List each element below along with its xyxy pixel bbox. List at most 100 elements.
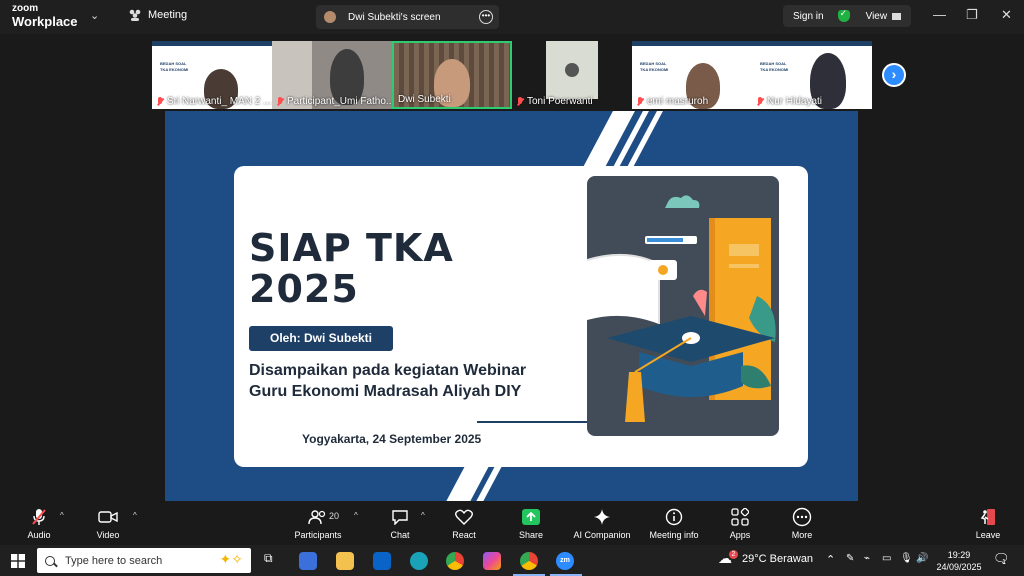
slide-subtitle-line2: Guru Ekonomi Madrasah Aliyah DIY — [249, 383, 522, 400]
audio-options-caret-icon[interactable]: ^ — [60, 511, 64, 520]
clock-date: 24/09/2025 — [936, 562, 982, 572]
slide-thumb-title: BEDAH SOAL TKA EKONOMI — [760, 61, 789, 72]
participant-tile[interactable]: BEDAH SOAL TKA EKONOMI emi masruroh — [632, 41, 752, 109]
meeting-menu[interactable]: Meeting — [128, 9, 187, 21]
slide-subtitle: Disampaikan pada kegiatan Webinar Guru E… — [249, 360, 526, 402]
file-explorer-icon[interactable] — [336, 552, 354, 570]
video-button[interactable]: Video — [90, 507, 126, 540]
copilot-icon[interactable] — [483, 552, 501, 570]
sign-in-button[interactable]: Sign in — [793, 11, 824, 22]
outlook-icon[interactable] — [373, 552, 391, 570]
screen-share-indicator[interactable]: Dwi Subekti's screen ••• — [316, 5, 499, 29]
system-clock[interactable]: 19:29 24/09/2025 — [934, 549, 984, 573]
participants-icon — [308, 510, 326, 525]
minimize-icon[interactable]: — — [933, 7, 946, 22]
audio-label: Audio — [27, 530, 51, 540]
participant-name-tag: Nur Hidayati — [756, 96, 822, 107]
slide-title: SIAP TKA 2025 — [249, 228, 454, 310]
info-icon — [665, 508, 683, 526]
view-button[interactable]: View — [866, 11, 888, 22]
screen-share-label: Dwi Subekti's screen — [348, 11, 441, 23]
participant-name-tag: Participant_Umi Fatho... — [276, 96, 392, 107]
participant-name-tag: Toni Poerwanti — [516, 96, 593, 107]
leave-button[interactable]: Leave — [972, 507, 1004, 540]
restore-icon[interactable]: ❐ — [966, 7, 978, 23]
windows-start-icon[interactable] — [11, 554, 25, 568]
participant-tile[interactable]: BEDAH SOAL TKA EKONOMI Sri Narwanti_ MAN… — [152, 41, 272, 109]
notification-count: 1 — [1002, 559, 1006, 566]
meeting-info-button[interactable]: Meeting info — [646, 507, 702, 540]
title-bar: zoom Workplace ⌄ Meeting Dwi Subekti's s… — [0, 0, 1024, 34]
muted-mic-icon — [276, 97, 284, 106]
security-shield-icon[interactable] — [837, 8, 850, 22]
more-dots-icon — [792, 507, 812, 527]
taskbar-search-box[interactable]: Type here to search ✦✧ — [37, 548, 251, 573]
windows-taskbar: Type here to search ✦✧ ⧉ zm ☁ 2 29°C Ber… — [0, 545, 1024, 576]
weather-text[interactable]: 29°C Berawan — [742, 553, 813, 565]
chrome-profile-icon[interactable] — [520, 552, 538, 570]
more-options-icon[interactable]: ••• — [479, 10, 493, 24]
participants-options-caret-icon[interactable]: ^ — [354, 511, 358, 520]
slide-place-date: Yogyakarta, 24 September 2025 — [302, 432, 482, 446]
participant-tile-active-speaker[interactable]: Dwi Subekti — [392, 41, 512, 109]
audio-button[interactable]: Audio — [22, 507, 56, 540]
participant-name: emi masruroh — [647, 96, 709, 107]
zoom-taskbar-icon[interactable]: zm — [556, 552, 574, 570]
muted-mic-icon — [32, 509, 46, 525]
more-label: More — [791, 530, 813, 540]
chat-bubble-icon — [392, 510, 408, 525]
store-app-icon[interactable] — [299, 552, 317, 570]
apps-button[interactable]: Apps — [724, 507, 756, 540]
apps-label: Apps — [729, 530, 751, 540]
brand-workplace: Workplace — [12, 14, 78, 29]
react-button[interactable]: React — [448, 507, 480, 540]
zoom-logo[interactable]: zoom Workplace — [12, 3, 78, 29]
more-button[interactable]: More — [786, 507, 818, 540]
chat-button[interactable]: Chat — [384, 507, 416, 540]
ai-companion-label: AI Companion — [573, 530, 631, 540]
close-icon[interactable]: ✕ — [1001, 7, 1012, 23]
shared-screen-slide: SIAP TKA 2025 Oleh: Dwi Subekti Disampai… — [165, 111, 858, 501]
react-label: React — [452, 530, 476, 540]
participant-name-tag: emi masruroh — [636, 96, 708, 107]
leave-door-icon — [980, 509, 995, 525]
participant-name-tag: Dwi Subekti — [398, 94, 451, 105]
pen-icon[interactable]: ✎ — [846, 553, 854, 564]
meeting-label: Meeting — [148, 9, 188, 21]
search-placeholder: Type here to search — [65, 554, 163, 567]
sparkle-deco-icon: ✦✧ — [219, 551, 243, 567]
video-label: Video — [96, 530, 120, 540]
participant-name: Participant_Umi Fatho... — [287, 96, 392, 107]
participant-tile[interactable]: BEDAH SOAL TKA EKONOMI Nur Hidayati — [752, 41, 872, 109]
apps-grid-icon — [731, 508, 749, 526]
people-icon — [129, 9, 141, 21]
microphone-icon[interactable]: 🎙 — [900, 553, 913, 564]
network-icon[interactable]: ⌁ — [864, 553, 870, 564]
participant-name: Toni Poerwanti — [527, 96, 593, 107]
display-icon[interactable]: ▭ — [882, 553, 891, 564]
title-card: SIAP TKA 2025 Oleh: Dwi Subekti Disampai… — [234, 166, 808, 467]
volume-icon[interactable]: 🔊 — [916, 553, 928, 564]
task-view-icon[interactable]: ⧉ — [264, 551, 273, 566]
video-options-caret-icon[interactable]: ^ — [133, 511, 137, 520]
chat-options-caret-icon[interactable]: ^ — [421, 511, 425, 520]
next-page-chevron-icon[interactable]: › — [882, 63, 906, 87]
brand-zoom: zoom — [12, 3, 39, 14]
divider-line — [477, 421, 587, 423]
edge-browser-icon[interactable] — [410, 552, 428, 570]
leave-label: Leave — [975, 530, 1001, 540]
slide-thumb-title: BEDAH SOAL TKA EKONOMI — [640, 61, 669, 72]
chevron-up-icon[interactable]: ⌃ — [826, 553, 835, 566]
muted-mic-icon — [156, 97, 164, 106]
muted-mic-icon — [756, 97, 764, 106]
share-button[interactable]: Share — [514, 507, 548, 540]
ai-companion-button[interactable]: AI Companion — [570, 507, 634, 540]
share-screen-icon — [522, 509, 540, 525]
participant-name: Nur Hidayati — [767, 96, 823, 107]
participant-tile[interactable]: Toni Poerwanti — [512, 41, 632, 109]
chevron-down-icon[interactable]: ⌄ — [90, 9, 99, 22]
chrome-icon[interactable] — [446, 552, 464, 570]
participant-tile[interactable]: Participant_Umi Fatho... — [272, 41, 392, 109]
meeting-info-label: Meeting info — [649, 530, 699, 540]
presenter-badge: Oleh: Dwi Subekti — [249, 326, 393, 351]
